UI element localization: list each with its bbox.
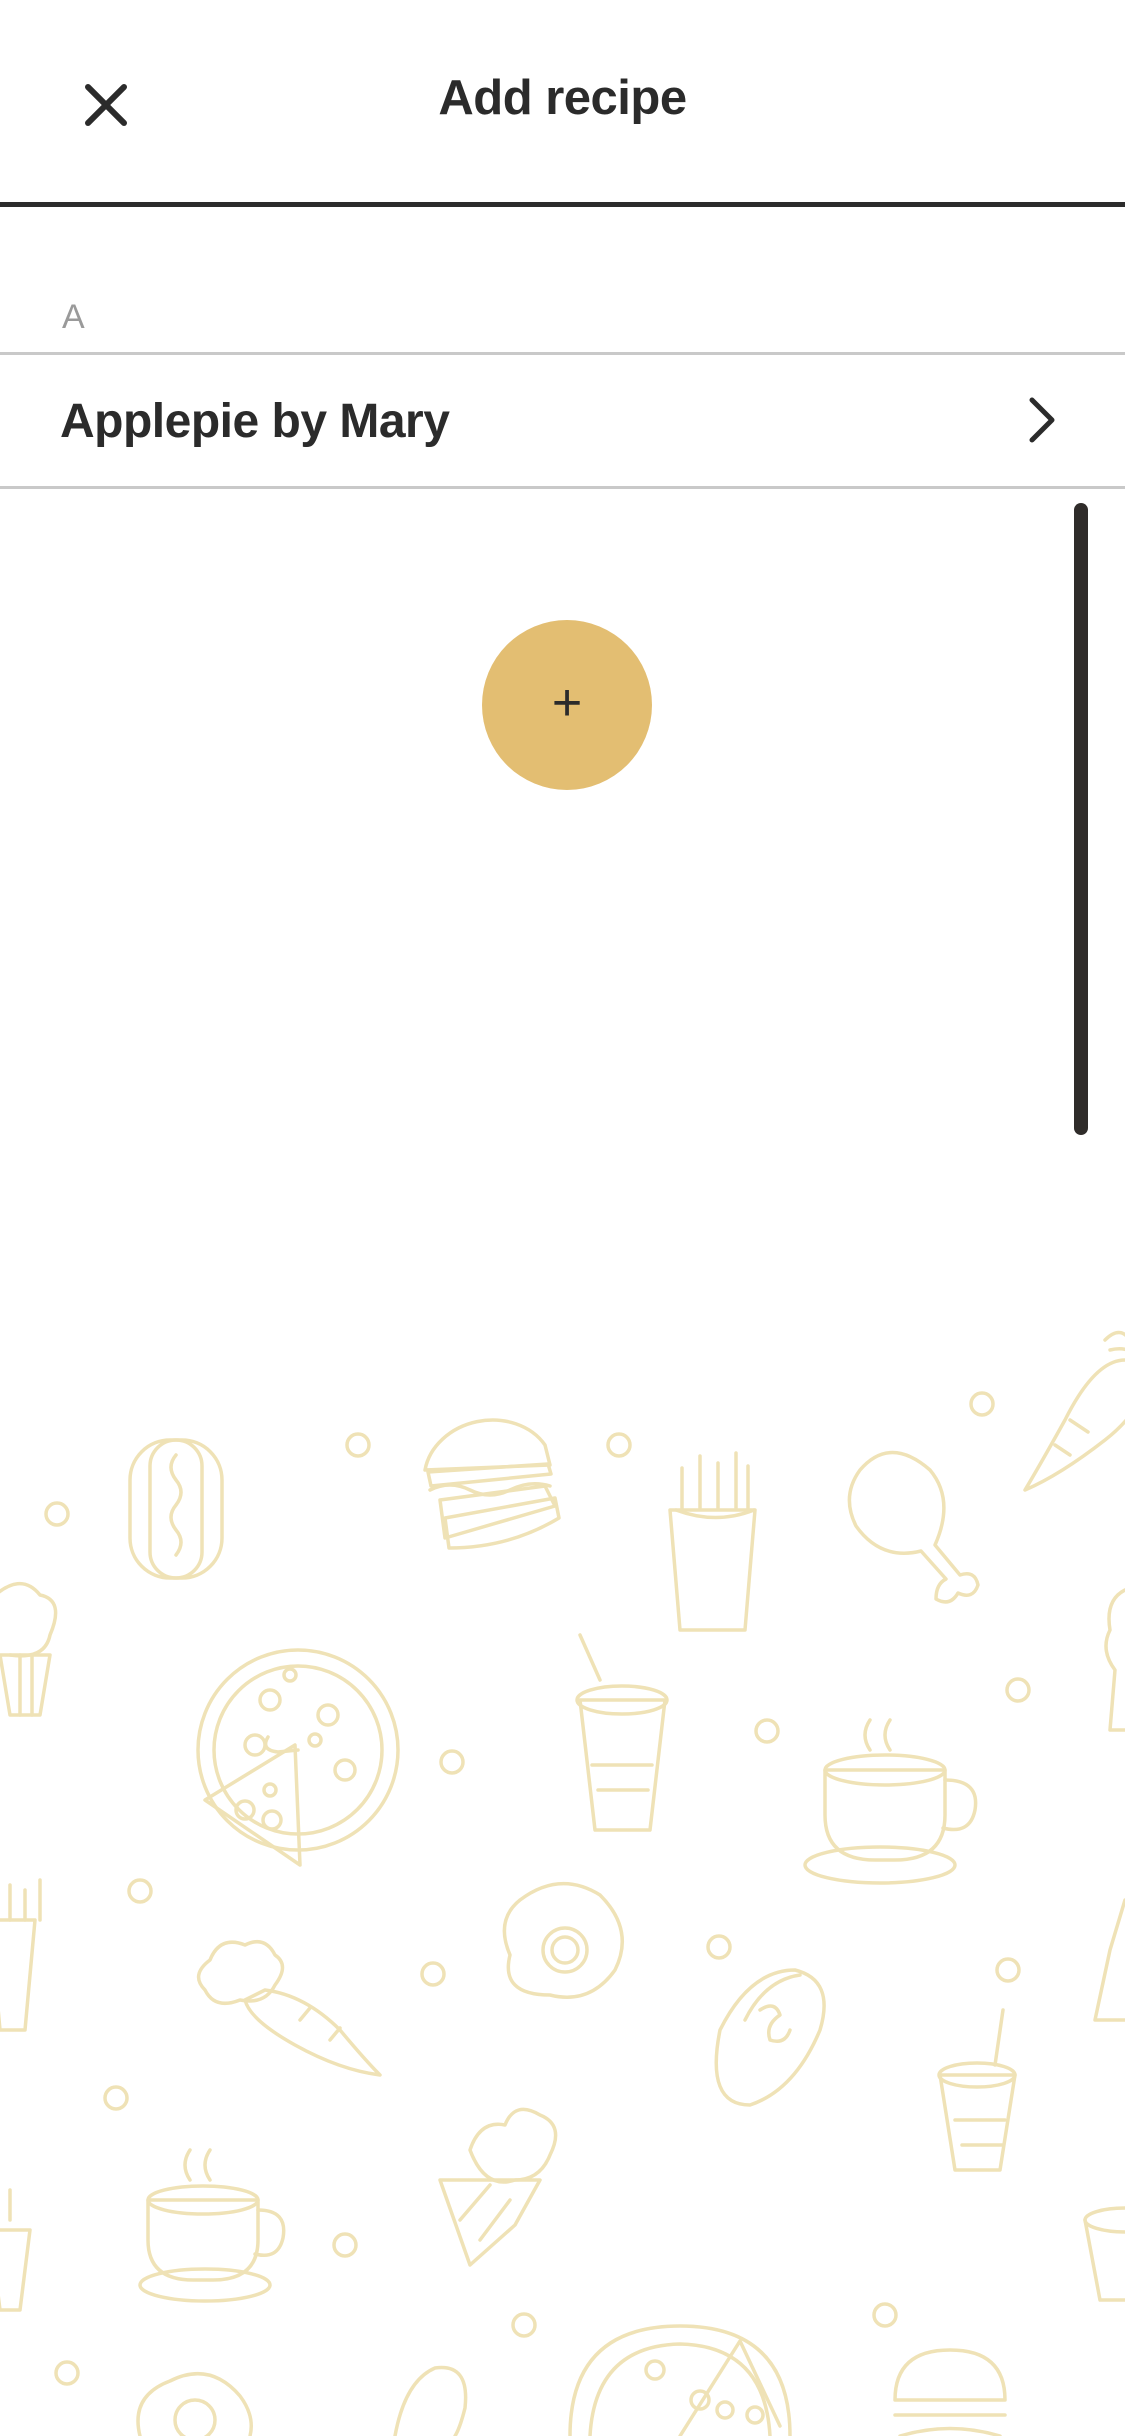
header-bar: Add recipe — [0, 0, 1125, 207]
burger-icon — [423, 1418, 561, 1550]
add-icon: + — [551, 674, 583, 732]
chevron-right-icon — [1029, 397, 1055, 443]
hotdog-icon — [714, 1968, 826, 2107]
recipe-name: Applepie by Mary — [60, 395, 450, 448]
coffee-cup-icon — [803, 1718, 978, 1885]
pizza-icon — [568, 2324, 792, 2436]
chicken-leg-icon — [847, 1450, 980, 1604]
fries-icon — [1093, 1898, 1125, 2022]
food-pattern-background — [0, 1320, 1125, 2436]
fried-egg-icon — [136, 2372, 253, 2436]
soda-cup-icon — [1083, 2206, 1125, 2302]
coffee-cup-icon — [138, 2148, 286, 2303]
cupcake-icon — [438, 2107, 558, 2267]
row-divider — [0, 486, 1125, 489]
carrot-icon — [1023, 1330, 1125, 1492]
soda-cup-icon — [937, 2008, 1017, 2172]
fries-icon — [0, 1878, 42, 2032]
soda-cup-icon — [0, 2188, 32, 2312]
carrot-icon — [196, 1939, 382, 2077]
scrollbar[interactable] — [1074, 503, 1088, 1135]
burger-icon — [893, 2348, 1007, 2436]
page-title: Add recipe — [438, 71, 687, 125]
chicken-leg-icon — [393, 2365, 468, 2436]
cupcake-icon — [0, 1581, 58, 1717]
section-header-letter: A — [62, 298, 85, 336]
recipe-list-item[interactable]: Applepie by Mary — [0, 356, 1125, 486]
section-divider — [0, 352, 1125, 355]
add-recipe-button[interactable]: + — [482, 620, 652, 790]
hotdog-icon — [128, 1438, 224, 1580]
pizza-icon — [196, 1648, 400, 1867]
soda-cup-icon — [575, 1633, 669, 1832]
chevron-stroke — [1029, 397, 1055, 443]
fries-icon — [668, 1451, 757, 1632]
add-recipe-screen: Add recipe A Applepie by Mary + — [0, 0, 1125, 2436]
food-pattern-illustration — [0, 1330, 1125, 2436]
cupcake-icon — [1104, 1588, 1125, 1732]
fried-egg-icon — [502, 1882, 624, 1999]
